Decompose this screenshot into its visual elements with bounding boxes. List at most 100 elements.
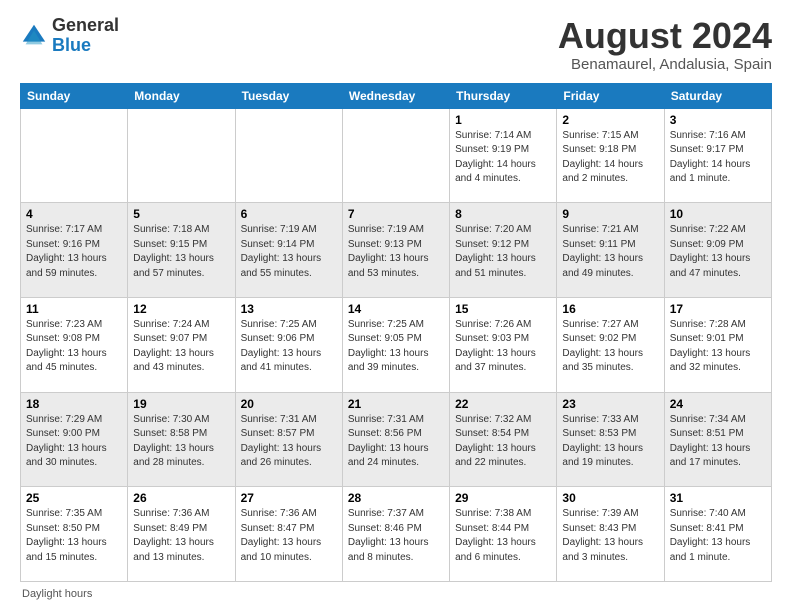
calendar-cell: 5 Sunrise: 7:18 AMSunset: 9:15 PMDaylight… xyxy=(128,203,235,298)
day-info: Sunrise: 7:40 AMSunset: 8:41 PMDaylight:… xyxy=(670,507,766,565)
page: General Blue August 2024 Benamaurel, And… xyxy=(0,0,792,612)
day-info: Sunrise: 7:26 AMSunset: 9:03 PMDaylight:… xyxy=(455,318,551,376)
calendar-cell: 18 Sunrise: 7:29 AMSunset: 9:00 PMDayligh… xyxy=(21,392,128,487)
calendar-day-header: Monday xyxy=(128,83,235,108)
day-number: 18 xyxy=(26,397,122,411)
day-info: Sunrise: 7:36 AMSunset: 8:47 PMDaylight:… xyxy=(241,507,337,565)
day-info: Sunrise: 7:37 AMSunset: 8:46 PMDaylight:… xyxy=(348,507,444,565)
day-info: Sunrise: 7:36 AMSunset: 8:49 PMDaylight:… xyxy=(133,507,229,565)
day-info: Sunrise: 7:39 AMSunset: 8:43 PMDaylight:… xyxy=(562,507,658,565)
day-number: 26 xyxy=(133,491,229,505)
calendar-cell: 23 Sunrise: 7:33 AMSunset: 8:53 PMDayligh… xyxy=(557,392,664,487)
day-number: 19 xyxy=(133,397,229,411)
day-info: Sunrise: 7:25 AMSunset: 9:06 PMDaylight:… xyxy=(241,318,337,376)
day-info: Sunrise: 7:27 AMSunset: 9:02 PMDaylight:… xyxy=(562,318,658,376)
calendar-week-row: 4 Sunrise: 7:17 AMSunset: 9:16 PMDaylight… xyxy=(21,203,772,298)
day-info: Sunrise: 7:14 AMSunset: 9:19 PMDaylight:… xyxy=(455,129,551,187)
day-number: 7 xyxy=(348,207,444,221)
logo-icon xyxy=(20,22,48,50)
calendar-cell: 22Sunrise: 7:32 AMSunset: 8:54 PMDayligh… xyxy=(450,392,557,487)
calendar-cell: 21Sunrise: 7:31 AMSunset: 8:56 PMDayligh… xyxy=(342,392,449,487)
day-number: 16 xyxy=(562,302,658,316)
calendar-cell xyxy=(128,108,235,203)
calendar-cell: 24 Sunrise: 7:34 AMSunset: 8:51 PMDayligh… xyxy=(664,392,771,487)
day-number: 31 xyxy=(670,491,766,505)
day-number: 21 xyxy=(348,397,444,411)
calendar-cell: 29Sunrise: 7:38 AMSunset: 8:44 PMDayligh… xyxy=(450,487,557,582)
day-number: 13 xyxy=(241,302,337,316)
day-info: Sunrise: 7:35 AMSunset: 8:50 PMDaylight:… xyxy=(26,507,122,565)
day-number: 25 xyxy=(26,491,122,505)
calendar-week-row: 1 Sunrise: 7:14 AMSunset: 9:19 PMDaylight… xyxy=(21,108,772,203)
calendar-cell: 25 Sunrise: 7:35 AMSunset: 8:50 PMDayligh… xyxy=(21,487,128,582)
day-number: 27 xyxy=(241,491,337,505)
day-info: Sunrise: 7:18 AMSunset: 9:15 PMDaylight:… xyxy=(133,223,229,281)
calendar-cell: 11Sunrise: 7:23 AMSunset: 9:08 PMDayligh… xyxy=(21,297,128,392)
calendar-cell: 8 Sunrise: 7:20 AMSunset: 9:12 PMDaylight… xyxy=(450,203,557,298)
day-number: 10 xyxy=(670,207,766,221)
calendar-cell: 19Sunrise: 7:30 AMSunset: 8:58 PMDayligh… xyxy=(128,392,235,487)
day-number: 5 xyxy=(133,207,229,221)
day-number: 3 xyxy=(670,113,766,127)
day-number: 9 xyxy=(562,207,658,221)
calendar-cell xyxy=(342,108,449,203)
day-number: 8 xyxy=(455,207,551,221)
calendar-week-row: 18 Sunrise: 7:29 AMSunset: 9:00 PMDayligh… xyxy=(21,392,772,487)
logo-text: General Blue xyxy=(52,16,119,56)
calendar-cell: 15Sunrise: 7:26 AMSunset: 9:03 PMDayligh… xyxy=(450,297,557,392)
calendar-day-header: Wednesday xyxy=(342,83,449,108)
day-info: Sunrise: 7:17 AMSunset: 9:16 PMDaylight:… xyxy=(26,223,122,281)
calendar-cell xyxy=(235,108,342,203)
day-number: 6 xyxy=(241,207,337,221)
day-number: 28 xyxy=(348,491,444,505)
day-info: Sunrise: 7:32 AMSunset: 8:54 PMDaylight:… xyxy=(455,413,551,471)
day-number: 4 xyxy=(26,207,122,221)
day-number: 24 xyxy=(670,397,766,411)
calendar-cell: 30 Sunrise: 7:39 AMSunset: 8:43 PMDayligh… xyxy=(557,487,664,582)
day-info: Sunrise: 7:21 AMSunset: 9:11 PMDaylight:… xyxy=(562,223,658,281)
day-info: Sunrise: 7:16 AMSunset: 9:17 PMDaylight:… xyxy=(670,129,766,187)
calendar-cell: 12Sunrise: 7:24 AMSunset: 9:07 PMDayligh… xyxy=(128,297,235,392)
calendar-cell: 3 Sunrise: 7:16 AMSunset: 9:17 PMDaylight… xyxy=(664,108,771,203)
calendar-cell: 31 Sunrise: 7:40 AMSunset: 8:41 PMDayligh… xyxy=(664,487,771,582)
calendar-table: SundayMondayTuesdayWednesdayThursdayFrid… xyxy=(20,83,772,582)
logo: General Blue xyxy=(20,16,119,56)
day-number: 17 xyxy=(670,302,766,316)
day-info: Sunrise: 7:22 AMSunset: 9:09 PMDaylight:… xyxy=(670,223,766,281)
header: General Blue August 2024 Benamaurel, And… xyxy=(20,16,772,73)
day-info: Sunrise: 7:15 AMSunset: 9:18 PMDaylight:… xyxy=(562,129,658,187)
day-info: Sunrise: 7:20 AMSunset: 9:12 PMDaylight:… xyxy=(455,223,551,281)
day-number: 30 xyxy=(562,491,658,505)
calendar-day-header: Saturday xyxy=(664,83,771,108)
month-title: August 2024 xyxy=(558,16,772,56)
calendar-cell: 4 Sunrise: 7:17 AMSunset: 9:16 PMDaylight… xyxy=(21,203,128,298)
day-info: Sunrise: 7:23 AMSunset: 9:08 PMDaylight:… xyxy=(26,318,122,376)
calendar-cell: 9 Sunrise: 7:21 AMSunset: 9:11 PMDaylight… xyxy=(557,203,664,298)
calendar-cell: 1 Sunrise: 7:14 AMSunset: 9:19 PMDaylight… xyxy=(450,108,557,203)
calendar-cell: 13 Sunrise: 7:25 AMSunset: 9:06 PMDayligh… xyxy=(235,297,342,392)
calendar-cell: 14Sunrise: 7:25 AMSunset: 9:05 PMDayligh… xyxy=(342,297,449,392)
calendar-day-header: Tuesday xyxy=(235,83,342,108)
day-number: 2 xyxy=(562,113,658,127)
title-block: August 2024 Benamaurel, Andalusia, Spain xyxy=(558,16,772,73)
location: Benamaurel, Andalusia, Spain xyxy=(558,56,772,73)
day-info: Sunrise: 7:25 AMSunset: 9:05 PMDaylight:… xyxy=(348,318,444,376)
day-info: Sunrise: 7:29 AMSunset: 9:00 PMDaylight:… xyxy=(26,413,122,471)
day-info: Sunrise: 7:28 AMSunset: 9:01 PMDaylight:… xyxy=(670,318,766,376)
calendar-cell xyxy=(21,108,128,203)
day-number: 1 xyxy=(455,113,551,127)
day-number: 23 xyxy=(562,397,658,411)
day-number: 29 xyxy=(455,491,551,505)
day-info: Sunrise: 7:19 AMSunset: 9:13 PMDaylight:… xyxy=(348,223,444,281)
day-number: 12 xyxy=(133,302,229,316)
daylight-label: Daylight hours xyxy=(22,588,92,600)
calendar-week-row: 25 Sunrise: 7:35 AMSunset: 8:50 PMDayligh… xyxy=(21,487,772,582)
calendar-cell: 10 Sunrise: 7:22 AMSunset: 9:09 PMDayligh… xyxy=(664,203,771,298)
calendar-cell: 26 Sunrise: 7:36 AMSunset: 8:49 PMDayligh… xyxy=(128,487,235,582)
footer-note: Daylight hours xyxy=(20,588,772,600)
calendar-day-header: Thursday xyxy=(450,83,557,108)
calendar-cell: 6Sunrise: 7:19 AMSunset: 9:14 PMDaylight… xyxy=(235,203,342,298)
day-info: Sunrise: 7:31 AMSunset: 8:57 PMDaylight:… xyxy=(241,413,337,471)
day-info: Sunrise: 7:33 AMSunset: 8:53 PMDaylight:… xyxy=(562,413,658,471)
day-info: Sunrise: 7:34 AMSunset: 8:51 PMDaylight:… xyxy=(670,413,766,471)
